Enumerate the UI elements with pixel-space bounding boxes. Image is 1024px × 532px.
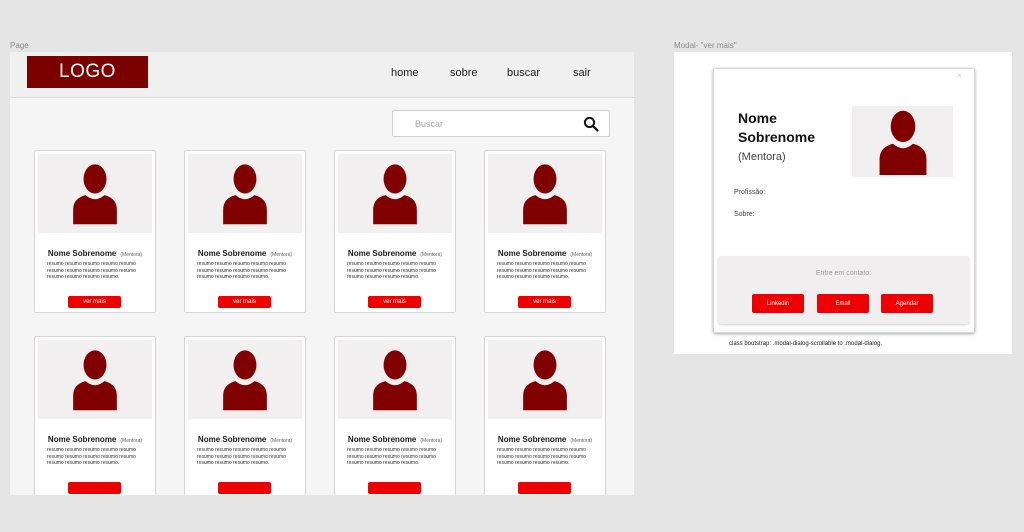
search-icon[interactable] bbox=[583, 116, 599, 132]
card-name-line: Nome Sobrenome (Mentora) bbox=[35, 429, 155, 447]
card-name-line: Nome Sobrenome (Mentora) bbox=[335, 429, 455, 447]
mentor-card: Nome Sobrenome (Mentora) resumo resumo res… bbox=[34, 150, 156, 313]
card-photo bbox=[488, 340, 602, 419]
page-frame: LOGO home sobre buscar sair Nome Sobreno… bbox=[10, 52, 634, 495]
search-bar bbox=[392, 110, 610, 137]
card-photo bbox=[38, 154, 152, 233]
card-summary: resumo resumo resumo resumo resumo resum… bbox=[47, 261, 136, 280]
mentor-card: Nome Sobrenome (Mentora) resumo resumo res… bbox=[184, 150, 306, 313]
card-name-line: Nome Sobrenome (Mentora) bbox=[35, 243, 155, 261]
person-avatar-icon bbox=[523, 164, 567, 225]
bootstrap-note: class bootstrap: .modal-dialog-scrollabl… bbox=[729, 341, 883, 347]
ver-mais-button[interactable] bbox=[518, 482, 571, 494]
mentor-card: Nome Sobrenome (Mentora) resumo resumo res… bbox=[184, 336, 306, 495]
search-input[interactable] bbox=[413, 112, 577, 135]
contact-panel: Entre em contato: Linkedin Email Agendar bbox=[718, 256, 969, 324]
card-name: Nome Sobrenome bbox=[197, 435, 267, 444]
ver-mais-button[interactable]: ver mais bbox=[68, 296, 121, 308]
card-photo bbox=[38, 340, 152, 419]
card-role: (Mentora) bbox=[270, 438, 293, 444]
card-name: Nome Sobrenome bbox=[347, 435, 417, 444]
agendar-button[interactable]: Agendar bbox=[881, 294, 933, 313]
ver-mais-button[interactable] bbox=[368, 482, 421, 494]
card-photo bbox=[338, 340, 452, 419]
card-role: (Mentora) bbox=[570, 252, 593, 258]
modal-role: (Mentora) bbox=[738, 151, 786, 163]
card-summary: resumo resumo resumo resumo resumo resum… bbox=[197, 447, 286, 466]
contact-title: Entre em contato: bbox=[815, 270, 872, 277]
card-name: Nome Sobrenome bbox=[347, 249, 417, 258]
card-name: Nome Sobrenome bbox=[47, 249, 117, 258]
logo[interactable]: LOGO bbox=[27, 56, 148, 88]
email-button[interactable]: Email bbox=[817, 294, 869, 313]
card-role: (Mentora) bbox=[120, 438, 143, 444]
person-avatar-icon bbox=[223, 350, 267, 411]
nav-link-home[interactable]: home bbox=[391, 67, 419, 79]
modal-name: Nome Sobrenome bbox=[738, 110, 816, 145]
page-frame-label: Page bbox=[10, 41, 29, 50]
card-summary: resumo resumo resumo resumo resumo resum… bbox=[497, 447, 586, 466]
person-avatar-icon bbox=[523, 350, 567, 411]
card-role: (Mentora) bbox=[570, 438, 593, 444]
modal-photo bbox=[852, 106, 953, 177]
mentor-card: Nome Sobrenome (Mentora) resumo resumo res… bbox=[484, 336, 606, 495]
about-label: Sobre: bbox=[734, 211, 755, 218]
close-icon[interactable]: × bbox=[957, 71, 962, 80]
profession-label: Profissão: bbox=[734, 189, 766, 196]
person-avatar-icon bbox=[373, 350, 417, 411]
card-role: (Mentora) bbox=[420, 438, 443, 444]
card-name: Nome Sobrenome bbox=[497, 435, 567, 444]
card-photo bbox=[338, 154, 452, 233]
card-summary: resumo resumo resumo resumo resumo resum… bbox=[47, 447, 136, 466]
ver-mais-button[interactable] bbox=[68, 482, 121, 494]
card-name-line: Nome Sobrenome (Mentora) bbox=[335, 243, 455, 261]
modal-dialog: × Nome Sobrenome (Mentora) Profissão: So… bbox=[713, 68, 975, 333]
card-name: Nome Sobrenome bbox=[47, 435, 117, 444]
card-name-line: Nome Sobrenome (Mentora) bbox=[185, 429, 305, 447]
mentor-card: Nome Sobrenome (Mentora) resumo resumo res… bbox=[334, 336, 456, 495]
card-name: Nome Sobrenome bbox=[497, 249, 567, 258]
card-summary: resumo resumo resumo resumo resumo resum… bbox=[347, 261, 436, 280]
linkedin-button[interactable]: Linkedin bbox=[752, 294, 804, 313]
modal-frame: × Nome Sobrenome (Mentora) Profissão: So… bbox=[674, 52, 1012, 354]
card-role: (Mentora) bbox=[420, 252, 443, 258]
card-role: (Mentora) bbox=[120, 252, 143, 258]
card-summary: resumo resumo resumo resumo resumo resum… bbox=[497, 261, 586, 280]
card-photo bbox=[488, 154, 602, 233]
ver-mais-button[interactable]: ver mais bbox=[518, 296, 571, 308]
ver-mais-button[interactable]: ver mais bbox=[218, 296, 271, 308]
ver-mais-button[interactable]: ver mais bbox=[368, 296, 421, 308]
ver-mais-button[interactable] bbox=[218, 482, 271, 494]
card-photo bbox=[188, 340, 302, 419]
person-avatar-icon bbox=[73, 350, 117, 411]
person-avatar-icon bbox=[373, 164, 417, 225]
card-summary: resumo resumo resumo resumo resumo resum… bbox=[347, 447, 436, 466]
card-name-line: Nome Sobrenome (Mentora) bbox=[485, 429, 605, 447]
card-photo bbox=[188, 154, 302, 233]
mentor-card: Nome Sobrenome (Mentora) resumo resumo res… bbox=[484, 150, 606, 313]
person-avatar-icon bbox=[879, 110, 927, 175]
card-name-line: Nome Sobrenome (Mentora) bbox=[185, 243, 305, 261]
card-role: (Mentora) bbox=[270, 252, 293, 258]
person-avatar-icon bbox=[73, 164, 117, 225]
nav-link-sair[interactable]: sair bbox=[573, 67, 591, 79]
mentor-card: Nome Sobrenome (Mentora) resumo resumo res… bbox=[34, 336, 156, 495]
card-summary: resumo resumo resumo resumo resumo resum… bbox=[197, 261, 286, 280]
modal-frame-label: Modal- "ver mais" bbox=[674, 41, 737, 50]
person-avatar-icon bbox=[223, 164, 267, 225]
card-name-line: Nome Sobrenome (Mentora) bbox=[485, 243, 605, 261]
navbar: LOGO home sobre buscar sair bbox=[10, 52, 634, 98]
nav-link-sobre[interactable]: sobre bbox=[450, 67, 478, 79]
card-name: Nome Sobrenome bbox=[197, 249, 267, 258]
nav-link-buscar[interactable]: buscar bbox=[507, 67, 540, 79]
mentor-card: Nome Sobrenome (Mentora) resumo resumo res… bbox=[334, 150, 456, 313]
